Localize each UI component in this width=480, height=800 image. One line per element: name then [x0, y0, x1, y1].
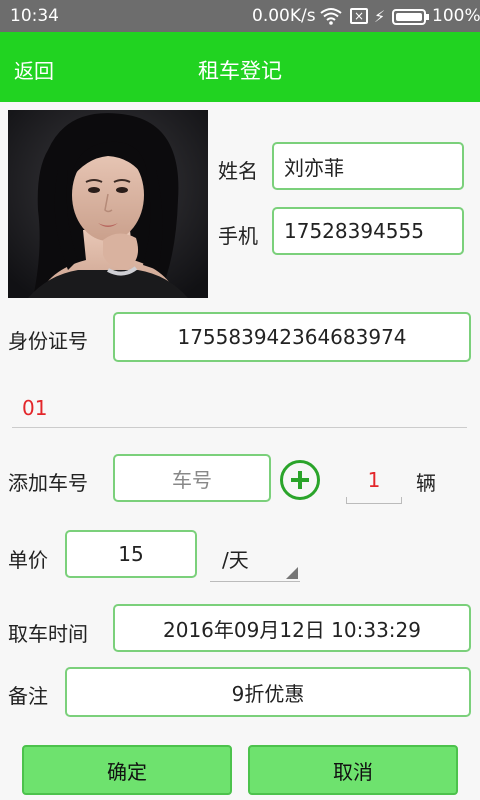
pickup-time-value: 2016年09月12日 10:33:29	[163, 617, 421, 642]
name-value: 刘亦菲	[284, 155, 344, 180]
pickup-time-label: 取车时间	[8, 622, 88, 646]
network-speed: 0.00K/s	[252, 6, 316, 26]
phone-label: 手机	[218, 224, 258, 248]
add-car-plus-icon[interactable]	[280, 460, 320, 500]
price-field[interactable]: 15	[65, 530, 197, 578]
remark-value: 9折优惠	[231, 681, 305, 706]
remark-label: 备注	[8, 684, 48, 708]
car-number-placeholder: 车号	[172, 467, 212, 492]
battery-icon	[392, 9, 429, 25]
confirm-button[interactable]: 确定	[22, 745, 232, 795]
add-car-label: 添加车号	[8, 471, 88, 495]
price-unit-dropdown[interactable]: /天	[210, 540, 300, 582]
car-unit-label: 辆	[416, 471, 436, 495]
price-label: 单价	[8, 548, 48, 572]
status-bar: 10:34 0.00K/s × ⚡ 100%	[0, 0, 480, 32]
code-field[interactable]: 01	[12, 388, 467, 428]
battery-percent: 100%	[432, 6, 480, 26]
code-value: 01	[22, 396, 48, 420]
name-field[interactable]: 刘亦菲	[272, 142, 464, 190]
car-number-input[interactable]: 车号	[113, 454, 271, 502]
id-number-field[interactable]: 175583942364683974	[113, 312, 471, 362]
page-title: 租车登记	[198, 59, 282, 83]
renter-photo	[8, 110, 208, 298]
charging-icon: ⚡	[374, 7, 386, 26]
phone-field[interactable]: 17528394555	[272, 207, 464, 255]
title-bar: 返回 租车登记	[0, 32, 480, 102]
dropdown-triangle-icon	[286, 567, 298, 579]
status-time: 10:34	[10, 6, 59, 26]
price-value: 15	[118, 542, 144, 566]
phone-value: 17528394555	[284, 219, 424, 243]
pickup-time-field[interactable]: 2016年09月12日 10:33:29	[113, 604, 471, 652]
no-sim-icon: ×	[350, 8, 368, 24]
car-count-field[interactable]: 1	[346, 460, 402, 504]
price-unit-value: /天	[222, 548, 249, 572]
name-label: 姓名	[218, 159, 258, 183]
remark-field[interactable]: 9折优惠	[65, 667, 471, 717]
id-label: 身份证号	[8, 329, 88, 353]
id-number-value: 175583942364683974	[177, 325, 407, 349]
wifi-icon	[320, 8, 342, 25]
cancel-button[interactable]: 取消	[248, 745, 458, 795]
